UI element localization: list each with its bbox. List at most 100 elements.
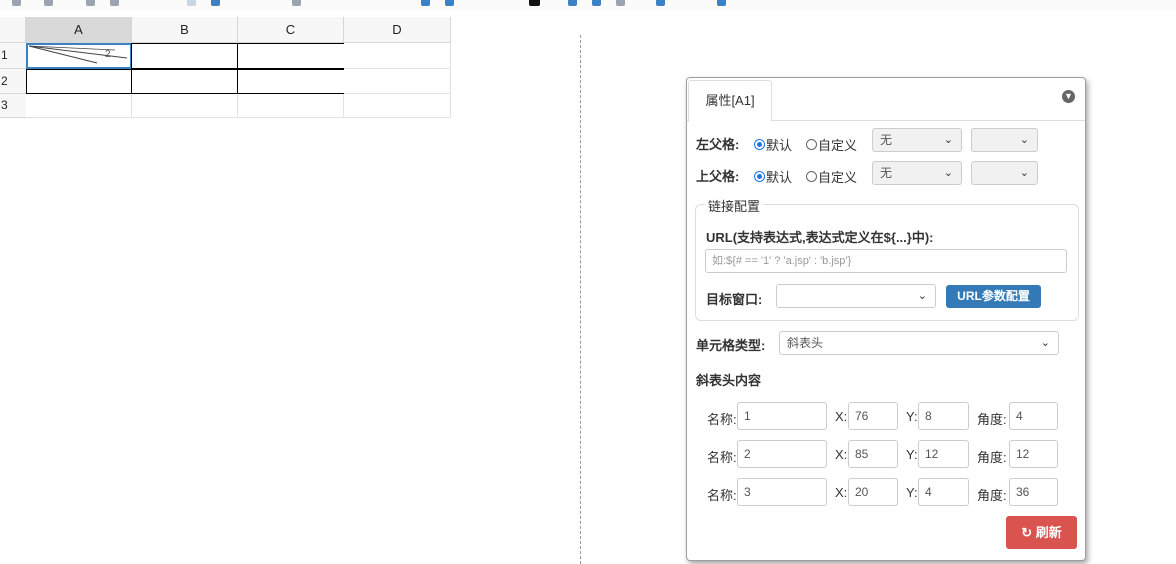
y-label: Y: <box>906 447 918 462</box>
cell-b2[interactable] <box>131 69 238 94</box>
merge-icon[interactable] <box>568 0 577 6</box>
name-input[interactable]: 3 <box>737 478 827 506</box>
left-parent-default-radio[interactable]: 默认 <box>754 135 792 154</box>
top-parent-default-radio[interactable]: 默认 <box>754 167 792 186</box>
left-parent-cell-select[interactable]: ⌄ <box>971 128 1038 152</box>
x-label: X: <box>835 485 848 500</box>
chart-icon[interactable] <box>211 0 220 6</box>
cell-d3[interactable] <box>344 94 451 118</box>
name-label: 名称: <box>707 488 737 503</box>
top-parent-custom-radio[interactable]: 自定义 <box>806 167 857 186</box>
radio-label: 默认 <box>766 170 793 185</box>
cell-c2[interactable] <box>237 69 345 94</box>
col-header-a[interactable]: A <box>26 17 132 43</box>
left-parent-select[interactable]: 无 ⌄ <box>872 128 962 152</box>
diagonal-content-heading: 斜表头内容 <box>696 373 762 388</box>
x-input[interactable]: 85 <box>848 440 898 468</box>
redo-icon[interactable] <box>44 0 53 6</box>
diagonal-label-2: 2 <box>105 49 111 60</box>
fill-color-icon[interactable] <box>421 0 430 6</box>
y-input[interactable]: 8 <box>918 402 969 430</box>
name-label: 名称: <box>707 412 737 427</box>
angle-input[interactable]: 12 <box>1009 440 1058 468</box>
col-header-b[interactable]: B <box>132 17 238 43</box>
radio-label: 自定义 <box>818 170 858 185</box>
x-label: X: <box>835 409 848 424</box>
align-icon[interactable] <box>292 0 301 6</box>
cell-a1[interactable]: 2 <box>26 43 132 69</box>
select-value: 斜表头 <box>787 336 824 350</box>
target-window-select[interactable]: ⌄ <box>776 284 936 308</box>
link-config-legend: 链接配置 <box>705 196 764 215</box>
angle-label: 角度: <box>977 450 1007 465</box>
url-label: URL(支持表达式,表达式定义在${...}中): <box>706 230 934 245</box>
name-input[interactable]: 2 <box>737 440 827 468</box>
left-parent-custom-radio[interactable]: 自定义 <box>806 135 857 154</box>
radio-checked-icon <box>754 139 765 150</box>
undo-icon[interactable] <box>12 0 21 6</box>
angle-input[interactable]: 36 <box>1009 478 1058 506</box>
preview-icon[interactable] <box>656 0 665 6</box>
row-header-3[interactable]: 3 <box>0 94 27 118</box>
cell-c1[interactable] <box>237 43 345 69</box>
radio-checked-icon <box>754 171 765 182</box>
col-header-c[interactable]: C <box>238 17 344 43</box>
angle-input[interactable]: 4 <box>1009 402 1058 430</box>
tab-properties[interactable]: 属性[A1] <box>688 80 772 122</box>
cell-d2[interactable] <box>344 69 451 94</box>
col-header-d[interactable]: D <box>344 17 451 43</box>
collapse-icon[interactable]: ▼ <box>1062 90 1075 103</box>
diagonal-header-lines <box>28 45 128 64</box>
chevron-down-icon: ⌄ <box>943 134 953 146</box>
chevron-down-icon: ⌄ <box>917 290 927 302</box>
property-panel: 属性[A1] ▼ 左父格: 默认 自定义 无 ⌄ ⌄ 上父格: 默认 自定义 无… <box>686 77 1086 561</box>
row-header-1[interactable]: 1 <box>0 43 27 69</box>
row-header-2[interactable]: 2 <box>0 69 27 94</box>
left-parent-label: 左父格: <box>696 137 740 152</box>
toolbar <box>0 0 1176 10</box>
y-input[interactable]: 4 <box>918 478 969 506</box>
chevron-down-icon: ⌄ <box>1040 337 1050 349</box>
cell-c3[interactable] <box>238 94 344 118</box>
target-window-label: 目标窗口: <box>706 292 763 307</box>
radio-unchecked-icon <box>806 171 817 182</box>
panel-tab-bar: 属性[A1] ▼ <box>687 78 1085 122</box>
chevron-down-icon: ⌄ <box>1019 167 1029 179</box>
copy-icon[interactable] <box>86 0 95 6</box>
y-input[interactable]: 12 <box>918 440 969 468</box>
calendar-icon[interactable] <box>717 0 726 6</box>
name-input[interactable]: 1 <box>737 402 827 430</box>
refresh-button[interactable]: ↻ 刷新 <box>1006 516 1077 549</box>
angle-label: 角度: <box>977 412 1007 427</box>
refresh-label: 刷新 <box>1035 525 1062 540</box>
cell-type-select[interactable]: 斜表头 ⌄ <box>779 331 1059 355</box>
image-icon[interactable] <box>616 0 625 6</box>
corner-header[interactable] <box>0 17 26 43</box>
pane-divider[interactable] <box>580 35 581 564</box>
top-parent-select[interactable]: 无 ⌄ <box>872 161 962 185</box>
cell-b3[interactable] <box>132 94 238 118</box>
chevron-down-icon: ⌄ <box>1019 134 1029 146</box>
text-color-icon[interactable] <box>529 0 540 6</box>
y-label: Y: <box>906 409 918 424</box>
select-value: 无 <box>880 133 893 147</box>
paste-icon[interactable] <box>110 0 119 6</box>
cell-b1[interactable] <box>131 43 238 69</box>
url-params-button[interactable]: URL参数配置 <box>946 285 1041 308</box>
url-input[interactable]: 如:${# == '1' ? 'a.jsp' : 'b.jsp'} <box>705 249 1067 273</box>
radio-label: 自定义 <box>818 138 858 153</box>
border-icon[interactable] <box>445 0 454 6</box>
x-input[interactable]: 20 <box>848 478 898 506</box>
refresh-icon: ↻ <box>1021 525 1033 540</box>
cell-a2[interactable] <box>26 69 133 94</box>
top-parent-label: 上父格: <box>696 169 740 184</box>
cell-type-label: 单元格类型: <box>696 338 766 353</box>
x-label: X: <box>835 447 848 462</box>
angle-label: 角度: <box>977 488 1007 503</box>
top-parent-cell-select[interactable]: ⌄ <box>971 161 1038 185</box>
link-icon[interactable] <box>592 0 601 6</box>
cell-d1[interactable] <box>344 43 451 69</box>
x-input[interactable]: 76 <box>848 402 898 430</box>
format-icon[interactable] <box>187 0 196 6</box>
cell-a3[interactable] <box>26 94 132 118</box>
